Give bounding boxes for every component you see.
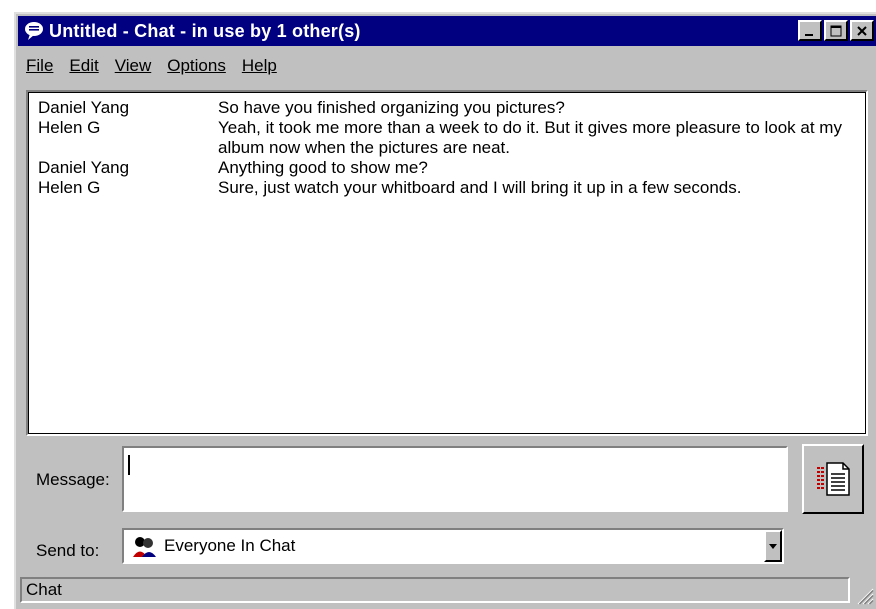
chat-history[interactable]: Daniel Yang So have you finished organiz… (26, 90, 868, 436)
menu-edit-label: Edit (69, 56, 99, 75)
menu-options[interactable]: Options (159, 56, 234, 76)
sendto-label: Send to: (36, 541, 100, 560)
message-text: Sure, just watch your whitboard and I wi… (218, 178, 742, 197)
dropdown-arrow-button[interactable] (764, 530, 782, 562)
message-text: Anything good to show me? (218, 158, 428, 177)
message-sender: Helen G (38, 178, 101, 197)
message-sender: Helen G (38, 118, 101, 137)
close-icon (857, 25, 867, 36)
minimize-icon (805, 33, 813, 36)
chat-message: Helen G Yeah, it took me more than a wee… (28, 118, 866, 158)
message-sender: Daniel Yang (38, 158, 130, 177)
resize-grip-icon[interactable] (854, 585, 874, 605)
window-controls (796, 20, 874, 41)
message-label: Message: (36, 470, 110, 489)
message-sender: Daniel Yang (38, 98, 130, 117)
status-bar: Chat (20, 577, 850, 603)
maximize-button[interactable] (824, 20, 848, 41)
text-caret (128, 455, 130, 475)
chat-message: Daniel Yang Anything good to show me? (28, 158, 866, 178)
send-message-button[interactable] (802, 444, 864, 514)
send-message-icon (817, 462, 850, 496)
dropdown-arrow-icon (769, 544, 777, 549)
chat-window: Untitled - Chat - in use by 1 other(s) F… (14, 12, 876, 609)
menu-file-label: File (26, 56, 54, 75)
group-users-icon (133, 537, 156, 557)
menu-edit[interactable]: Edit (61, 56, 106, 76)
chat-message: Helen G Sure, just watch your whitboard … (28, 178, 866, 198)
window-title: Untitled - Chat - in use by 1 other(s) (49, 20, 361, 41)
sendto-dropdown[interactable]: Everyone In Chat (122, 528, 784, 564)
menu-help-label: Help (241, 56, 277, 75)
menu-help[interactable]: Help (234, 56, 285, 76)
menu-bar: File Edit View Options Help (18, 52, 285, 80)
status-text: Chat (26, 580, 62, 599)
close-button[interactable] (850, 20, 874, 41)
menu-options-label: Options (167, 56, 226, 75)
title-bar[interactable]: Untitled - Chat - in use by 1 other(s) (18, 16, 876, 46)
message-text: Yeah, it took me more than a week to do … (218, 118, 842, 157)
chat-message: Daniel Yang So have you finished organiz… (28, 98, 866, 118)
message-input[interactable] (122, 446, 788, 512)
message-text: So have you finished organizing you pict… (218, 98, 565, 117)
maximize-icon (830, 25, 842, 36)
menu-view-label: View (114, 56, 152, 75)
minimize-button[interactable] (798, 20, 822, 41)
menu-file[interactable]: File (18, 56, 61, 76)
chat-bubble-icon (25, 22, 43, 40)
sendto-value: Everyone In Chat (164, 536, 296, 555)
menu-view[interactable]: View (107, 56, 160, 76)
